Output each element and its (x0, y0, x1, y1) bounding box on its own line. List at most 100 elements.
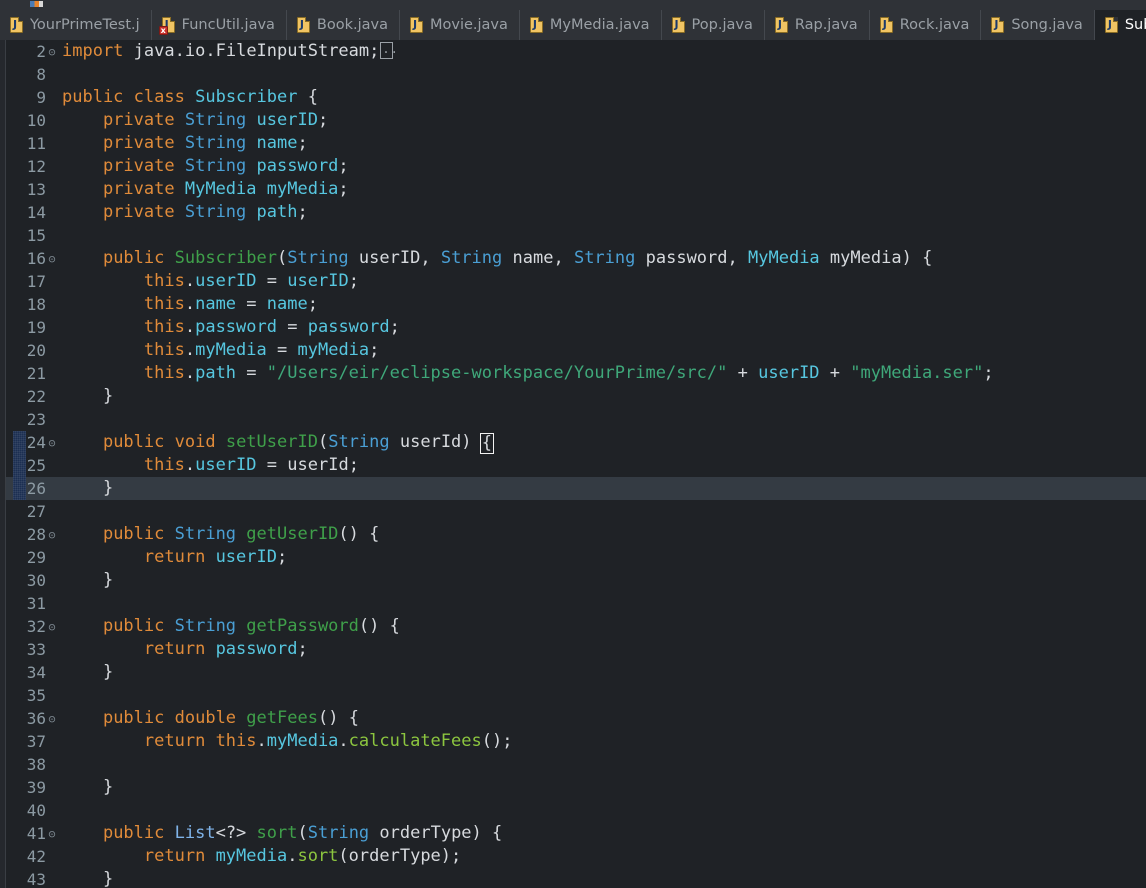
code-line-text[interactable]: public Subscriber(String userID, String … (60, 247, 932, 270)
code-line-text[interactable]: } (60, 385, 113, 408)
code-line-text[interactable] (60, 408, 72, 431)
line-number-gutter[interactable]: 23⊝ (6, 410, 60, 429)
line-number-gutter[interactable]: 33⊝ (6, 640, 60, 659)
line-number-gutter[interactable]: 28⊝ (6, 525, 60, 544)
line-number-gutter[interactable]: 20⊝ (6, 341, 60, 360)
code-line[interactable]: 10⊝ private String userID; (6, 109, 1146, 132)
code-line[interactable]: 41⊝ public List<?> sort(String orderType… (6, 822, 1146, 845)
code-line-text[interactable]: private String userID; (60, 109, 328, 132)
code-line[interactable]: 27⊝ (6, 500, 1146, 523)
code-line-text[interactable] (60, 224, 72, 247)
code-line[interactable]: 33⊝ return password; (6, 638, 1146, 661)
fold-collapse-icon[interactable]: ⊝ (46, 528, 58, 542)
code-line-text[interactable]: this.myMedia = myMedia; (60, 339, 379, 362)
line-number-gutter[interactable]: 26⊝ (6, 479, 60, 498)
code-line[interactable]: 40⊝ (6, 799, 1146, 822)
line-number-gutter[interactable]: 27⊝ (6, 502, 60, 521)
code-line-text[interactable]: public void setUserID(String userId) { (60, 431, 492, 454)
code-line[interactable]: 8⊝ (6, 63, 1146, 86)
editor-tab-yourprimetest-j[interactable]: JYourPrimeTest.j (0, 10, 152, 40)
code-line-text[interactable]: public class Subscriber { (60, 86, 318, 109)
line-number-gutter[interactable]: 16⊝ (6, 249, 60, 268)
code-line-text[interactable]: import java.io.FileInputStream; (60, 40, 393, 63)
line-number-gutter[interactable]: 38⊝ (6, 755, 60, 774)
editor-tab-song-java[interactable]: JSong.java (981, 10, 1094, 40)
editor-tab-mymedia-java[interactable]: JMyMedia.java (520, 10, 662, 40)
code-lines[interactable]: 2⊝import java.io.FileInputStream;8⊝ 9⊝pu… (6, 40, 1146, 888)
line-number-gutter[interactable]: 15⊝ (6, 226, 60, 245)
line-number-gutter[interactable]: 18⊝ (6, 295, 60, 314)
code-line-text[interactable]: public String getPassword() { (60, 615, 400, 638)
code-line-text[interactable] (60, 799, 72, 822)
line-number-gutter[interactable]: 42⊝ (6, 847, 60, 866)
code-line[interactable]: 39⊝ } (6, 776, 1146, 799)
code-line[interactable]: 23⊝ (6, 408, 1146, 431)
code-line-text[interactable]: this.name = name; (60, 293, 318, 316)
line-number-gutter[interactable]: 21⊝ (6, 364, 60, 383)
code-line[interactable]: 17⊝ this.userID = userID; (6, 270, 1146, 293)
code-line[interactable]: 14⊝ private String path; (6, 201, 1146, 224)
code-line-text[interactable]: private String password; (60, 155, 349, 178)
editor-tab-rap-java[interactable]: JRap.java (765, 10, 870, 40)
collapsed-fold-indicator[interactable] (380, 42, 393, 59)
code-line[interactable]: 38⊝ (6, 753, 1146, 776)
line-number-gutter[interactable]: 34⊝ (6, 663, 60, 682)
line-number-gutter[interactable]: 10⊝ (6, 111, 60, 130)
code-line-text[interactable]: this.userID = userId; (60, 454, 359, 477)
line-number-gutter[interactable]: 30⊝ (6, 571, 60, 590)
editor-tab-pop-java[interactable]: JPop.java (662, 10, 765, 40)
code-line[interactable]: 37⊝ return this.myMedia.calculateFees(); (6, 730, 1146, 753)
editor-tab-funcutil-java[interactable]: JxFuncUtil.java (152, 10, 287, 40)
code-line[interactable]: 24⊝ public void setUserID(String userId)… (6, 431, 1146, 454)
line-number-gutter[interactable]: 31⊝ (6, 594, 60, 613)
line-number-gutter[interactable]: 17⊝ (6, 272, 60, 291)
editor-viewport[interactable]: 2⊝import java.io.FileInputStream;8⊝ 9⊝pu… (6, 40, 1146, 888)
code-line[interactable]: 26⊝ } (6, 477, 1146, 500)
line-number-gutter[interactable]: 37⊝ (6, 732, 60, 751)
fold-collapse-icon[interactable]: ⊝ (46, 620, 58, 634)
fold-collapse-icon[interactable]: ⊝ (46, 45, 58, 59)
code-line-text[interactable] (60, 592, 72, 615)
line-number-gutter[interactable]: 14⊝ (6, 203, 60, 222)
code-line[interactable]: 29⊝ return userID; (6, 546, 1146, 569)
code-line[interactable]: 11⊝ private String name; (6, 132, 1146, 155)
code-editor[interactable]: 2⊝import java.io.FileInputStream;8⊝ 9⊝pu… (0, 40, 1146, 888)
code-line[interactable]: 21⊝ this.path = "/Users/eir/eclipse-work… (6, 362, 1146, 385)
code-line[interactable]: 9⊝public class Subscriber { (6, 86, 1146, 109)
code-line-text[interactable]: return userID; (60, 546, 287, 569)
code-line[interactable]: 25⊝ this.userID = userId; (6, 454, 1146, 477)
code-line-text[interactable] (60, 753, 72, 776)
code-line[interactable]: 15⊝ (6, 224, 1146, 247)
line-number-gutter[interactable]: 39⊝ (6, 778, 60, 797)
code-line-text[interactable]: private String name; (60, 132, 308, 155)
fold-collapse-icon[interactable]: ⊝ (46, 827, 58, 841)
editor-tab-bar[interactable]: JYourPrimeTest.jJxFuncUtil.javaJBook.jav… (0, 10, 1146, 40)
code-line[interactable]: 35⊝ (6, 684, 1146, 707)
code-line-text[interactable]: return myMedia.sort(orderType); (60, 845, 461, 868)
line-number-gutter[interactable]: 25⊝ (6, 456, 60, 475)
code-line[interactable]: 34⊝ } (6, 661, 1146, 684)
code-line[interactable]: 16⊝ public Subscriber(String userID, Str… (6, 247, 1146, 270)
code-line[interactable]: 13⊝ private MyMedia myMedia; (6, 178, 1146, 201)
line-number-gutter[interactable]: 22⊝ (6, 387, 60, 406)
line-number-gutter[interactable]: 24⊝ (6, 433, 60, 452)
code-line[interactable]: 36⊝ public double getFees() { (6, 707, 1146, 730)
code-line-text[interactable]: this.userID = userID; (60, 270, 359, 293)
fold-collapse-icon[interactable]: ⊝ (46, 252, 58, 266)
code-line[interactable]: 12⊝ private String password; (6, 155, 1146, 178)
code-line-text[interactable] (60, 500, 72, 523)
line-number-gutter[interactable]: 36⊝ (6, 709, 60, 728)
code-line-text[interactable]: this.path = "/Users/eir/eclipse-workspac… (60, 362, 994, 385)
code-line[interactable]: 30⊝ } (6, 569, 1146, 592)
line-number-gutter[interactable]: 29⊝ (6, 548, 60, 567)
code-line-text[interactable]: private MyMedia myMedia; (60, 178, 349, 201)
code-line-text[interactable] (60, 684, 72, 707)
line-number-gutter[interactable]: 32⊝ (6, 617, 60, 636)
code-line[interactable]: 18⊝ this.name = name; (6, 293, 1146, 316)
editor-tab-rock-java[interactable]: JRock.java (870, 10, 982, 40)
editor-tab-book-java[interactable]: JBook.java (287, 10, 400, 40)
code-line-text[interactable]: } (60, 569, 113, 592)
code-line-text[interactable]: public List<?> sort(String orderType) { (60, 822, 502, 845)
code-line[interactable]: 42⊝ return myMedia.sort(orderType); (6, 845, 1146, 868)
fold-collapse-icon[interactable]: ⊝ (46, 436, 58, 450)
